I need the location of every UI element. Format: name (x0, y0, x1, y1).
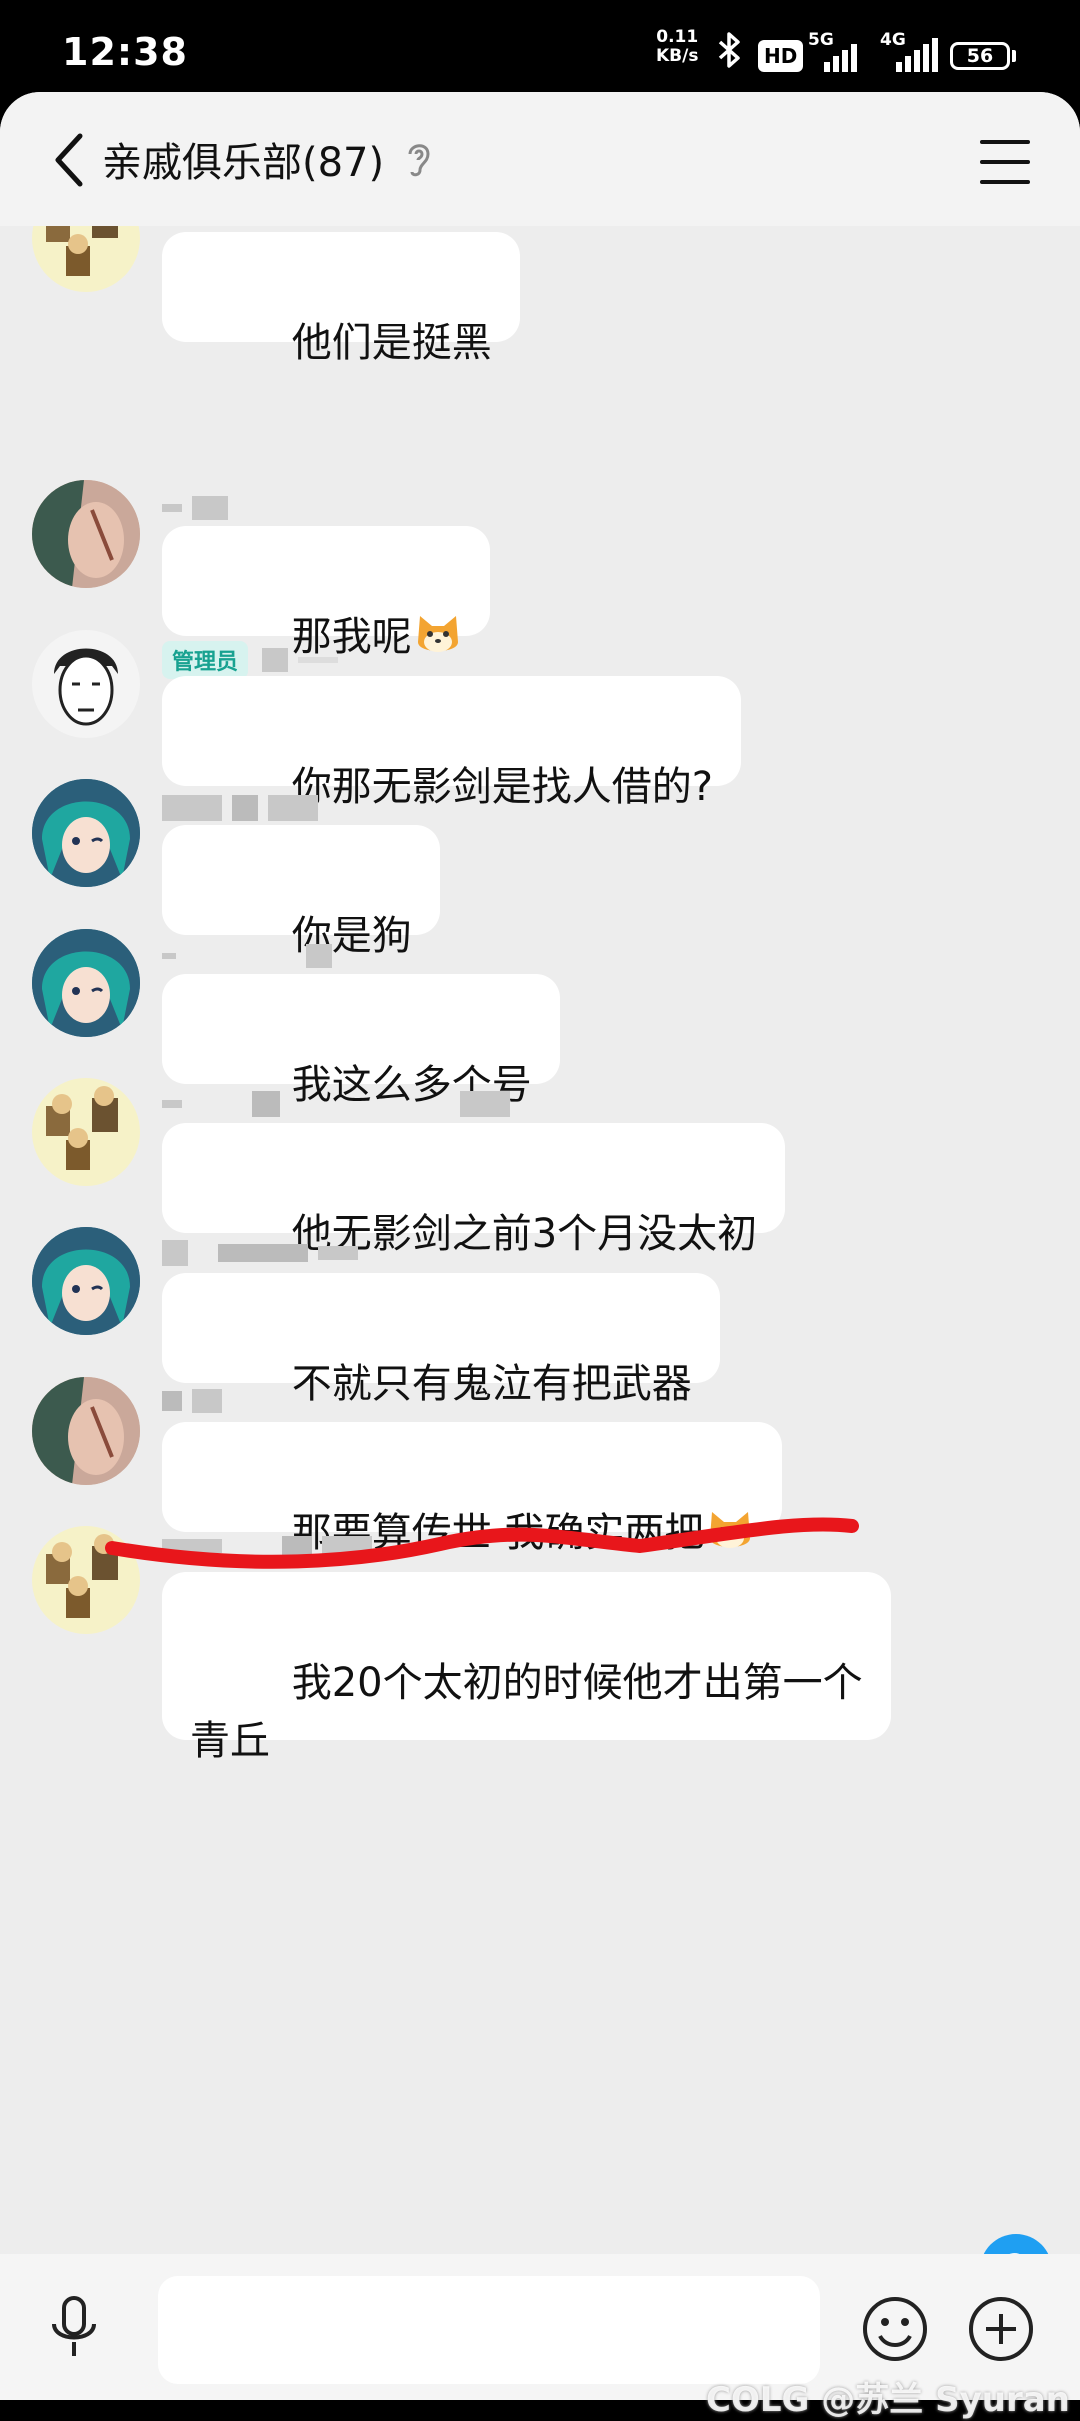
battery-icon: 56 (950, 42, 1010, 70)
avatar[interactable] (32, 1526, 140, 1634)
sender-name-redacted (162, 1529, 382, 1563)
menu-icon-line (980, 180, 1030, 184)
sender-name-redacted (162, 1236, 368, 1270)
message-bubble[interactable]: 我这么多个号 (162, 974, 560, 1108)
status-bar: 12:38 0.11 KB/s HD 5G 4G 56 (0, 0, 1080, 100)
battery-level: 56 (966, 45, 994, 67)
message-bubble[interactable]: 那我呢 (162, 526, 490, 660)
avatar[interactable] (32, 226, 140, 292)
message-bubble[interactable]: 你那无影剑是找人借的? (162, 676, 741, 810)
message-list[interactable]: 他们是挺黑 那我呢 管理员 你那无影剑是找人借的? 你是狗 我这么多个号 他无影… (0, 226, 1080, 2266)
menu-icon-line (980, 160, 1030, 164)
battery-tip (1012, 50, 1016, 62)
message-bubble[interactable]: 不就只有鬼泣有把武器 (162, 1273, 720, 1407)
message-text: 你那无影剑是找人借的? (291, 764, 713, 810)
back-button[interactable] (28, 120, 108, 200)
shiba-emoji-icon (417, 616, 458, 652)
shiba-emoji-icon (710, 1512, 751, 1548)
avatar[interactable] (32, 630, 140, 738)
hd-voice-badge: HD (758, 40, 804, 72)
menu-button[interactable] (970, 132, 1040, 192)
sender-name-redacted (162, 791, 328, 825)
message-bubble[interactable]: 你是狗 (162, 825, 440, 959)
menu-icon-line (980, 140, 1030, 144)
message-bubble[interactable]: 那要算传世 我确实两把 (162, 1422, 783, 1556)
sender-name-redacted (162, 939, 342, 973)
chat-screen: 亲戚俱乐部(87) 他们是挺黑 那我呢 管理员 你那无影剑是找人借的? 你是狗 … (0, 92, 1080, 2400)
message-bubble[interactable]: 他无影剑之前3个月没太初 (162, 1123, 786, 1257)
chevron-left-icon (55, 133, 83, 187)
network-speed: 0.11 KB/s (656, 28, 698, 72)
network-speed-value: 0.11 (656, 27, 699, 47)
avatar[interactable] (32, 929, 140, 1037)
message-text: 我20个太初的时候他才出第一个 青丘 (190, 1660, 863, 1764)
sender-name-redacted (162, 1087, 520, 1121)
avatar[interactable] (32, 779, 140, 887)
avatar[interactable] (32, 1377, 140, 1485)
microphone-icon (52, 2296, 96, 2356)
sender-name: 管理员 (162, 641, 348, 679)
watermark: COLG @苏兰 Syuran (706, 2380, 1070, 2420)
message-bubble[interactable]: 他们是挺黑 (162, 232, 520, 366)
more-options-button[interactable] (966, 2294, 1036, 2368)
group-title[interactable]: 亲戚俱乐部(87) (102, 130, 384, 188)
admin-badge: 管理员 (162, 641, 249, 679)
message-text: 他们是挺黑 (291, 320, 492, 366)
emoji-button[interactable] (860, 2294, 930, 2368)
avatar[interactable] (32, 480, 140, 588)
plus-icon (969, 2297, 1033, 2361)
avatar[interactable] (32, 1227, 140, 1335)
smiley-icon (863, 2297, 927, 2361)
sender-name-redacted (162, 1384, 232, 1418)
bluetooth-icon (714, 28, 744, 72)
sender-name-redacted (162, 491, 238, 525)
ear-icon[interactable] (404, 138, 434, 184)
message-text: 不就只有鬼泣有把武器 (291, 1361, 692, 1407)
avatar[interactable] (32, 1078, 140, 1186)
chat-header: 亲戚俱乐部(87) (0, 92, 1080, 226)
message-bubble[interactable]: 我20个太初的时候他才出第一个 青丘 (162, 1572, 891, 1764)
status-time: 12:38 (62, 30, 188, 74)
message-input[interactable] (158, 2276, 820, 2384)
voice-button[interactable] (44, 2294, 104, 2368)
network-speed-unit: KB/s (656, 46, 699, 66)
